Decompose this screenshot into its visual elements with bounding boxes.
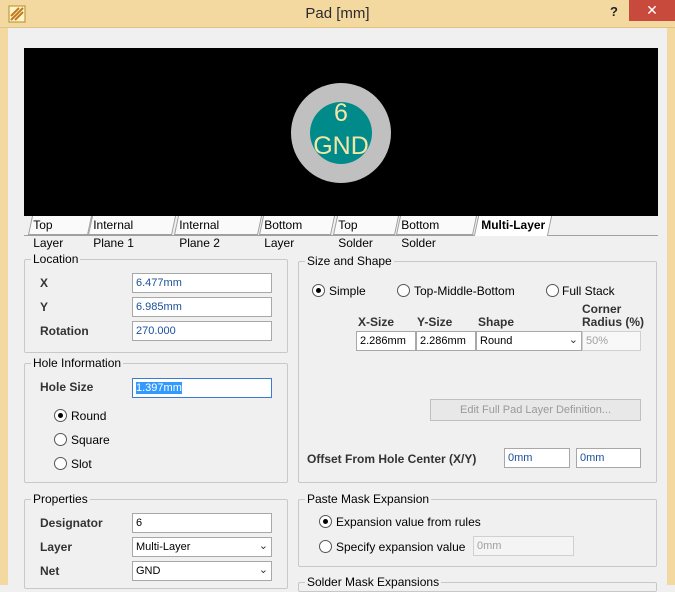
slot-label[interactable]: Slot xyxy=(71,457,92,471)
radius-header: Radius (%) xyxy=(582,315,645,329)
shape-select[interactable]: Round ⌄ xyxy=(476,331,582,351)
tab-multi-layer[interactable]: Multi-Layer xyxy=(473,216,553,236)
net-select-value: GND xyxy=(136,565,161,577)
close-button[interactable]: ✕ xyxy=(629,0,675,21)
top-middle-bottom-label[interactable]: Top-Middle-Bottom xyxy=(414,284,515,298)
y-size-header: Y-Size xyxy=(417,315,453,329)
x-size-cell[interactable]: 2.286mm xyxy=(356,331,416,351)
offset-x-field[interactable]: 0mm xyxy=(504,448,570,468)
corner-radius-cell: 50% xyxy=(582,331,641,351)
radio-expansion-from-rules[interactable] xyxy=(319,515,332,528)
expansion-from-rules-label[interactable]: Expansion value from rules xyxy=(336,515,481,529)
offset-label: Offset From Hole Center (X/Y) xyxy=(307,452,477,466)
tab-internal-plane-1[interactable]: Internal Plane 1 xyxy=(87,216,177,250)
location-title: Location xyxy=(31,252,81,266)
layer-select-value: Multi-Layer xyxy=(136,541,191,553)
designator-label: Designator xyxy=(40,516,103,530)
layer-tabs: Top Layer Internal Plane 1 Internal Plan… xyxy=(24,216,658,250)
tab-bottom-solder[interactable]: Bottom Solder xyxy=(395,216,478,250)
net-select[interactable]: GND ⌄ xyxy=(132,561,272,581)
hole-info-title: Hole Information xyxy=(31,356,124,370)
y-size-cell[interactable]: 2.286mm xyxy=(416,331,476,351)
offset-y-field[interactable]: 0mm xyxy=(576,448,641,468)
window-frame-left xyxy=(0,28,8,585)
paste-mask-title: Paste Mask Expansion xyxy=(305,492,432,506)
round-label[interactable]: Round xyxy=(71,409,106,423)
simple-label[interactable]: Simple xyxy=(329,284,366,298)
properties-title: Properties xyxy=(31,492,90,506)
layer-label: Layer xyxy=(40,540,73,554)
x-label: X xyxy=(40,276,49,290)
tab-bottom-layer[interactable]: Bottom Layer xyxy=(258,216,336,250)
rotation-label: Rotation xyxy=(40,324,89,338)
x-size-header: X-Size xyxy=(358,315,395,329)
full-stack-label[interactable]: Full Stack xyxy=(562,284,615,298)
rotation-field[interactable]: 270.000 xyxy=(132,321,272,341)
radio-simple[interactable] xyxy=(312,284,325,297)
paste-mask-value-field[interactable]: 0mm xyxy=(473,536,574,556)
specify-expansion-label[interactable]: Specify expansion value xyxy=(336,540,465,554)
x-field[interactable]: 6.477mm xyxy=(132,273,272,293)
tab-internal-plane-2[interactable]: Internal Plane 2 xyxy=(173,216,263,250)
radio-specify-expansion[interactable] xyxy=(319,540,332,553)
hole-size-field[interactable]: 1.397mm xyxy=(132,378,272,398)
designator-field[interactable]: 6 xyxy=(132,513,272,533)
shape-header: Shape xyxy=(478,315,515,329)
radio-full-stack[interactable] xyxy=(546,284,559,297)
paste-mask-group: Paste Mask Expansion xyxy=(298,492,657,567)
radio-square[interactable] xyxy=(54,433,67,446)
corner-header: Corner xyxy=(582,302,622,316)
chevron-down-icon: ⌄ xyxy=(258,540,268,552)
hole-size-label: Hole Size xyxy=(40,380,94,394)
window-frame-right xyxy=(667,28,675,585)
help-button[interactable]: ? xyxy=(604,3,624,23)
chevron-down-icon: ⌄ xyxy=(568,334,578,346)
radio-top-middle-bottom[interactable] xyxy=(397,284,410,297)
net-label: Net xyxy=(40,564,60,578)
solder-mask-group: Solder Mask Expansions xyxy=(298,575,657,592)
tab-top-layer[interactable]: Top Layer xyxy=(27,216,93,250)
pad-net-label: GND xyxy=(313,132,369,160)
square-label[interactable]: Square xyxy=(71,433,110,447)
solder-mask-title: Solder Mask Expansions xyxy=(305,575,442,589)
chevron-down-icon: ⌄ xyxy=(258,564,268,576)
hole-size-value-selected: 1.397mm xyxy=(136,382,182,394)
y-field[interactable]: 6.985mm xyxy=(132,297,272,317)
radio-slot[interactable] xyxy=(54,457,67,470)
shape-select-value: Round xyxy=(480,335,513,347)
window-title: Pad [mm] xyxy=(305,5,370,22)
y-label: Y xyxy=(40,300,49,314)
pad-number-label: 6 xyxy=(334,99,348,127)
edit-full-pad-layer-button[interactable]: Edit Full Pad Layer Definition... xyxy=(430,399,641,421)
radio-round[interactable] xyxy=(54,409,67,422)
layer-select[interactable]: Multi-Layer ⌄ xyxy=(132,537,272,557)
size-shape-title: Size and Shape xyxy=(305,254,394,268)
tab-top-solder[interactable]: Top Solder xyxy=(332,216,400,250)
